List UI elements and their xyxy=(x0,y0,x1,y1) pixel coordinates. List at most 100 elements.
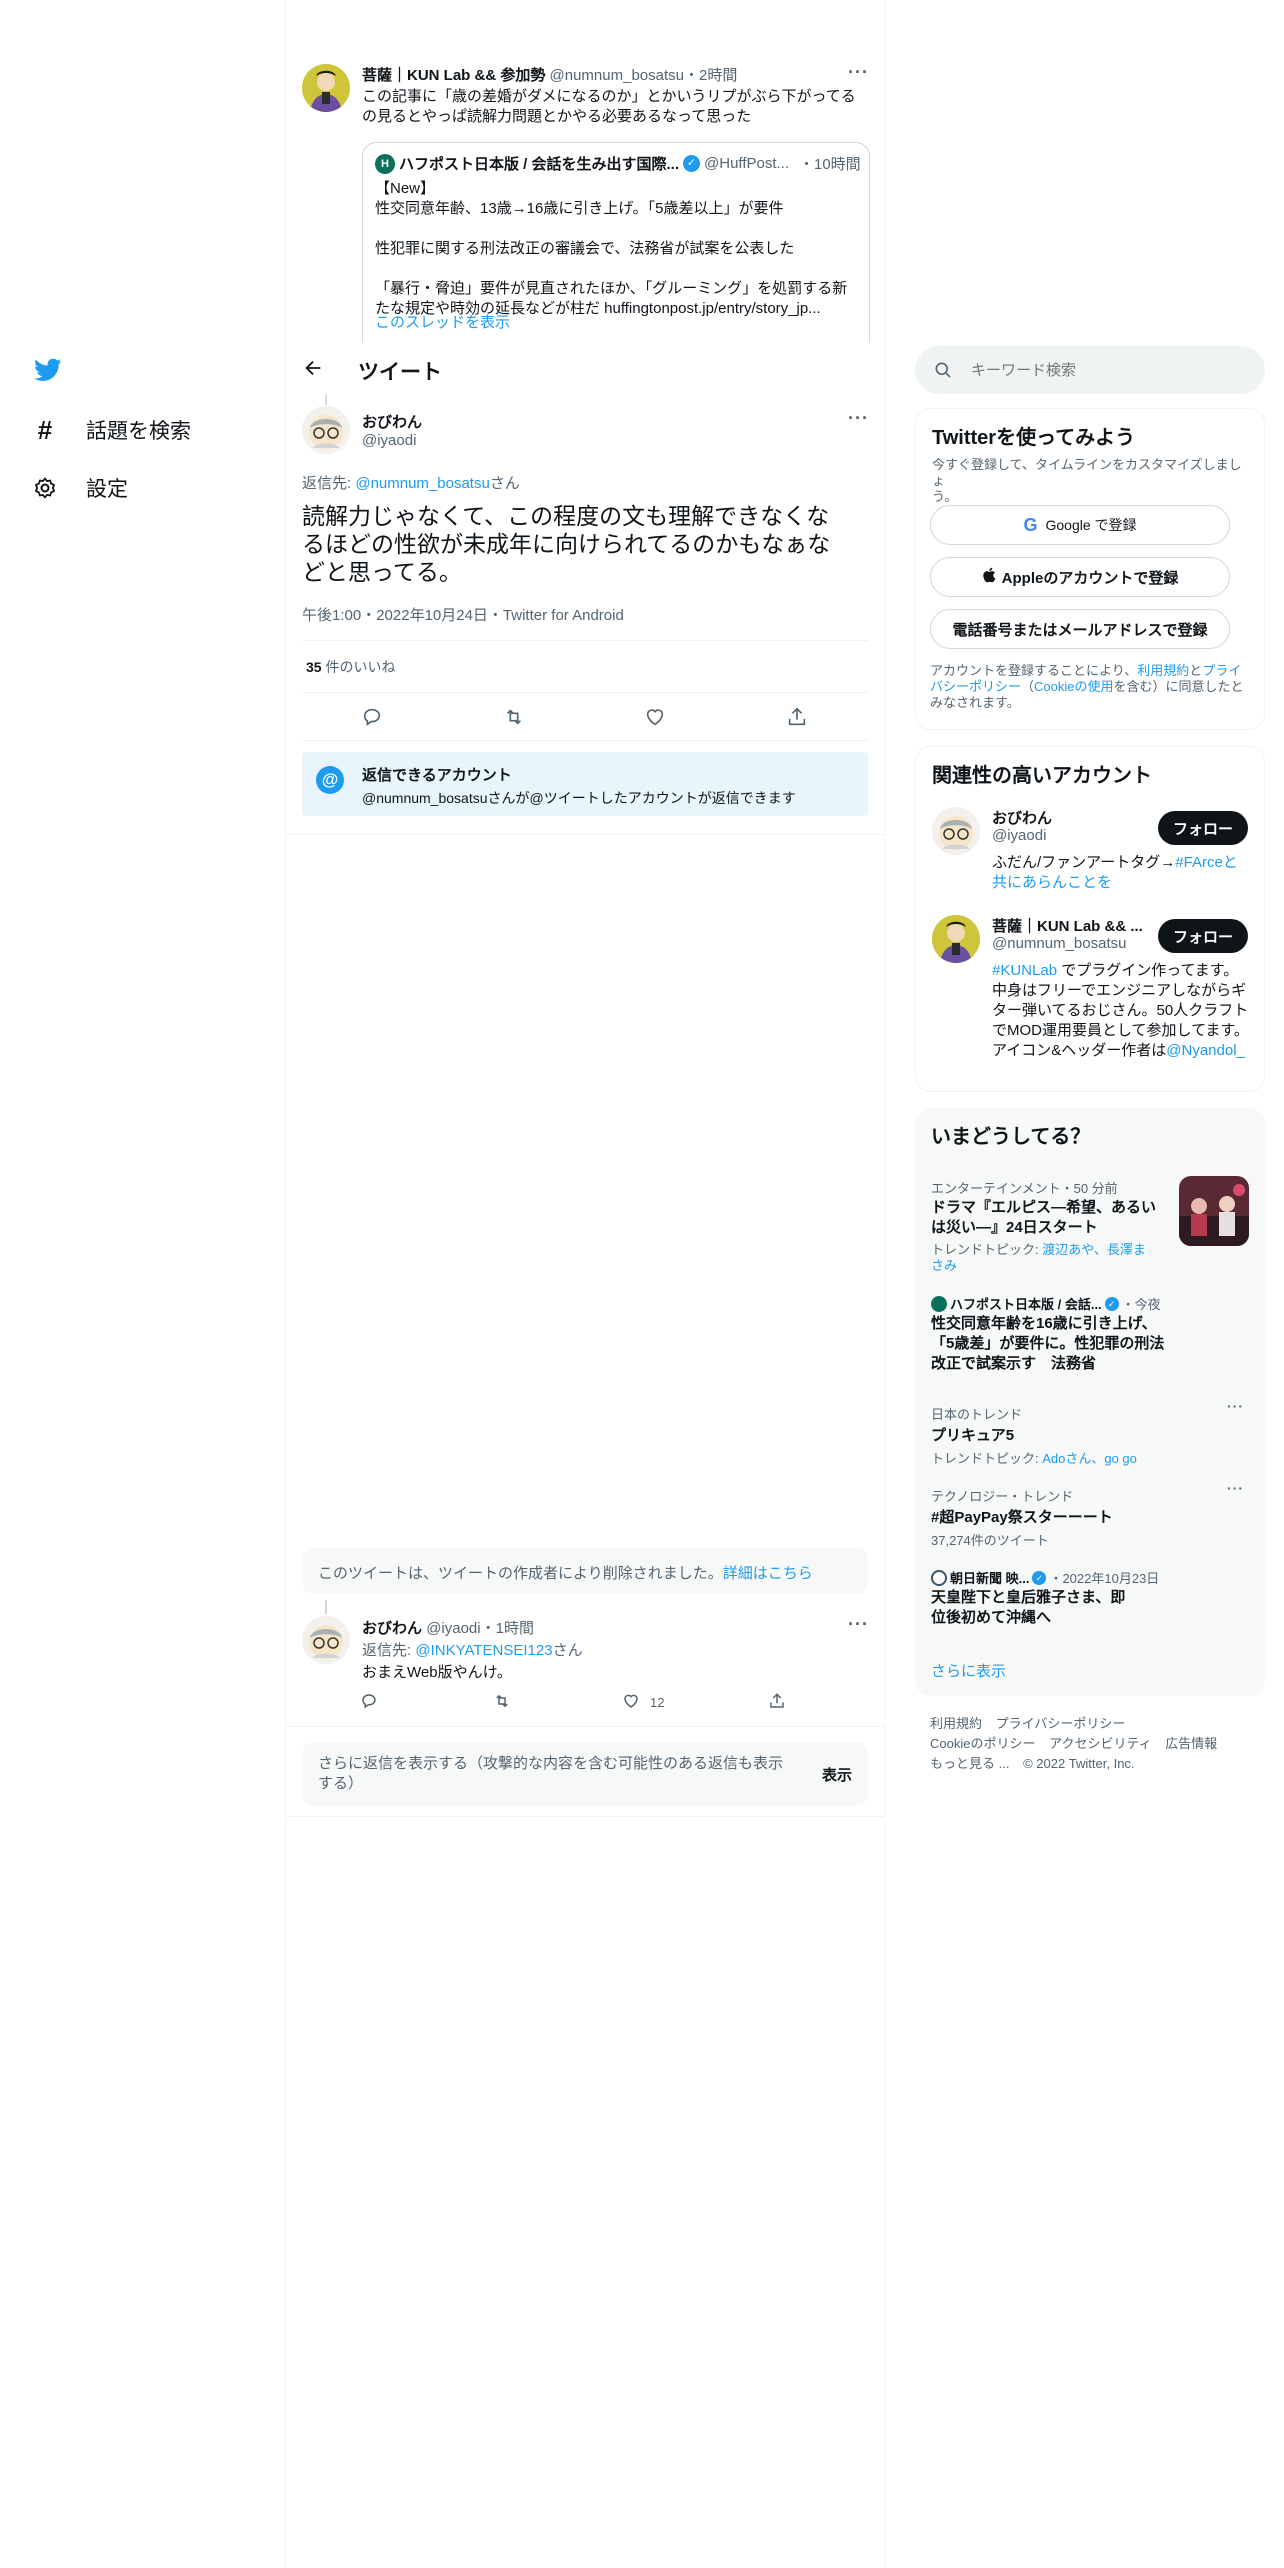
hashtag-icon: # xyxy=(37,414,53,445)
back-arrow-icon[interactable] xyxy=(302,357,328,383)
twitter-logo-icon[interactable] xyxy=(32,356,64,384)
verified-icon: ✓ xyxy=(1032,1570,1047,1585)
handle: @iyaodi xyxy=(426,1620,481,1637)
avatar[interactable] xyxy=(932,915,980,963)
mention-link[interactable]: @Nyandol_ xyxy=(1166,1042,1245,1059)
footer-more-link[interactable]: もっと見る ... xyxy=(930,1756,1009,1771)
more-replies-text: さらに返信を表示する（攻撃的な内容を含む可能性のある返信も表示 xyxy=(318,1755,784,1772)
topic-link[interactable]: Adoさん、go go xyxy=(1042,1451,1137,1466)
like-button[interactable]: 12 xyxy=(622,1692,664,1713)
account-handle: @iyaodi xyxy=(992,827,1047,844)
terms-link[interactable]: 利用規約 xyxy=(1137,663,1189,678)
tweet-text: おまえWeb版やんけ。 xyxy=(362,1664,512,1681)
tweet-text: この記事に「歳の差婚がダメになるのか」とかいうリプがぶら下がってる xyxy=(362,88,856,105)
restriction-title: 返信できるアカウント xyxy=(362,767,512,784)
like-icon[interactable] xyxy=(644,706,666,732)
hashtag-link[interactable]: #KUNLab xyxy=(992,962,1057,979)
parent-tweet[interactable]: 菩薩｜KUN Lab && 参加勢 @numnum_bosatsu・2時間 ··… xyxy=(286,50,884,345)
search-input[interactable] xyxy=(971,358,1241,382)
trend-count: 37,274件のツイート xyxy=(931,1533,1049,1548)
signup-legal: アカウントを登録することにより、利用規約とプライバシーポリシー（Cookieの使… xyxy=(930,663,1252,711)
trend-thumbnail xyxy=(1179,1176,1249,1246)
display-name[interactable]: おびわん xyxy=(362,1620,422,1637)
tweet-meta[interactable]: 午後1:00・2022年10月24日・Twitter for Android xyxy=(302,604,624,625)
account-name[interactable]: おびわん xyxy=(992,807,1052,828)
trend-meta: テクノロジー・トレンド xyxy=(931,1489,1074,1504)
nav-settings[interactable]: 設定 xyxy=(30,468,128,508)
follow-button[interactable]: フォロー xyxy=(1158,919,1248,953)
footer-link[interactable]: Cookieのポリシー xyxy=(930,1736,1035,1751)
display-name[interactable]: 菩薩｜KUN Lab && 参加勢 xyxy=(362,67,545,84)
account-name[interactable]: 菩薩｜KUN Lab && ... xyxy=(992,915,1152,936)
more-replies-text: する） xyxy=(318,1775,364,1792)
trend-item[interactable]: エンターテインメント・50 分前 ドラマ『エルピス―希望、あるいは災い―』24日… xyxy=(915,1164,1265,1284)
retweet-icon[interactable] xyxy=(502,706,526,732)
reply-icon[interactable] xyxy=(361,706,383,732)
more-options-icon[interactable]: ··· xyxy=(848,1614,869,1635)
avatar[interactable] xyxy=(302,1616,350,1664)
verified-icon: ✓ xyxy=(683,155,701,172)
trend-item[interactable]: テクノロジー・トレンド ··· #超PayPay祭スターーート 37,274件の… xyxy=(915,1476,1265,1556)
google-icon: G xyxy=(1023,514,1038,535)
nav-explore[interactable]: # 話題を検索 xyxy=(30,410,191,450)
footer-link[interactable]: アクセシビリティ xyxy=(1049,1736,1152,1751)
bio-text: ふだん/ファンアートタグ→ xyxy=(992,854,1176,871)
timestamp[interactable]: ・1時間 xyxy=(481,1620,534,1637)
reply-suffix: さん xyxy=(552,1642,583,1659)
more-options-icon[interactable]: ··· xyxy=(848,408,869,429)
tweet-text-line: 読解力じゃなくて、この程度の文も理解できなくな xyxy=(302,503,830,529)
share-icon[interactable] xyxy=(768,1692,786,1714)
cookie-link[interactable]: Cookieの使用 xyxy=(1034,679,1113,694)
trends-card: いまどうしてる？ エンターテインメント・50 分前 ドラマ『エルピス―希望、ある… xyxy=(915,1108,1265,1696)
reply-suffix: さん xyxy=(489,475,520,492)
trend-title: プリキュア5 xyxy=(931,1427,1015,1444)
trend-item[interactable]: ハフポスト日本版 / 会話... ✓ ・今夜 性交同意年齢を16歳に引き上げ、「… xyxy=(915,1284,1265,1384)
show-more-replies[interactable]: さらに返信を表示する（攻撃的な内容を含む可能性のある返信も表示 する） 表示 xyxy=(302,1742,868,1806)
share-icon[interactable] xyxy=(786,706,808,732)
quote-name: ハフポスト日本版 / 会話を生み出す国際... xyxy=(399,156,680,173)
quote-tweet[interactable]: H ハフポスト日本版 / 会話を生み出す国際... ✓ @HuffPost...… xyxy=(362,142,870,342)
apple-signup-button[interactable]: Appleのアカウントで登録 xyxy=(930,557,1230,597)
likes-stat[interactable]: 35 件のいいね xyxy=(306,657,395,677)
topic-prefix: トレンドトピック: xyxy=(931,1451,1043,1466)
trend-time: ・今夜 xyxy=(1121,1297,1161,1312)
avatar[interactable] xyxy=(302,64,350,112)
tweet-text-line: るほどの性欲が未成年に向けられてるのかもなぁな xyxy=(302,531,831,557)
avatar[interactable] xyxy=(302,406,350,454)
trend-title: 天皇陛下と皇后雅子さま、即位後初めて沖縄へ xyxy=(931,1589,1126,1626)
trend-time: ・2022年10月23日 xyxy=(1049,1571,1160,1586)
phone-signup-button[interactable]: 電話番号またはメールアドレスで登録 xyxy=(930,609,1230,649)
main-tweet-text: 読解力じゃなくて、この程度の文も理解できなくな るほどの性欲が未成年に向けられて… xyxy=(302,502,862,586)
reply-to-link[interactable]: @numnum_bosatsu xyxy=(355,475,489,492)
related-accounts-card: 関連性の高いアカウント おびわん @iyaodi フォロー ふだん/ファンアート… xyxy=(915,746,1265,1092)
reply-context: 返信先: @numnum_bosatsuさん xyxy=(302,472,520,493)
more-options-icon[interactable]: ··· xyxy=(848,62,869,83)
footer-link[interactable]: 利用規約 xyxy=(930,1716,982,1731)
footer-link[interactable]: プライバシーポリシー xyxy=(996,1716,1126,1731)
show-button[interactable]: 表示 xyxy=(822,1764,852,1785)
reply-icon[interactable] xyxy=(360,1692,378,1714)
timestamp[interactable]: ・2時間 xyxy=(684,67,737,84)
reply-tweet[interactable]: おびわん @iyaodi・1時間 ··· 返信先: @INKYATENSEI12… xyxy=(286,1600,884,1724)
avatar[interactable] xyxy=(932,807,980,855)
more-options-icon[interactable]: ··· xyxy=(1227,1398,1244,1414)
trend-item[interactable]: 朝日新聞 映... ✓ ・2022年10月23日 天皇陛下と皇后雅子さま、即位後… xyxy=(915,1558,1265,1638)
quote-handle: @HuffPost... xyxy=(704,155,789,172)
handle: @numnum_bosatsu xyxy=(549,67,684,84)
account-handle: @numnum_bosatsu xyxy=(992,935,1127,952)
tweet-text: の見るとやっぱ読解力問題とかやる必要あるなって思った xyxy=(362,108,752,125)
learn-more-link[interactable]: 詳細はこちら xyxy=(723,1565,813,1582)
footer-link[interactable]: 広告情報 xyxy=(1165,1736,1217,1751)
trend-item[interactable]: 日本のトレンド ··· プリキュア5 トレンドトピック: Adoさん、go go xyxy=(915,1394,1265,1474)
retweet-icon[interactable] xyxy=(492,1692,512,1714)
show-more-link[interactable]: さらに表示 xyxy=(931,1660,1006,1681)
show-thread-link[interactable]: このスレッドを表示 xyxy=(375,311,510,332)
more-options-icon[interactable]: ··· xyxy=(1227,1480,1244,1496)
author-name[interactable]: おびわん xyxy=(362,411,422,432)
search-box[interactable] xyxy=(915,346,1265,394)
reply-to-link[interactable]: @INKYATENSEI123 xyxy=(415,1642,552,1659)
google-signup-button[interactable]: G Google で登録 xyxy=(930,505,1230,545)
follow-button[interactable]: フォロー xyxy=(1158,811,1248,845)
like-icon xyxy=(622,1692,640,1713)
google-button-label: Google で登録 xyxy=(1045,517,1137,533)
